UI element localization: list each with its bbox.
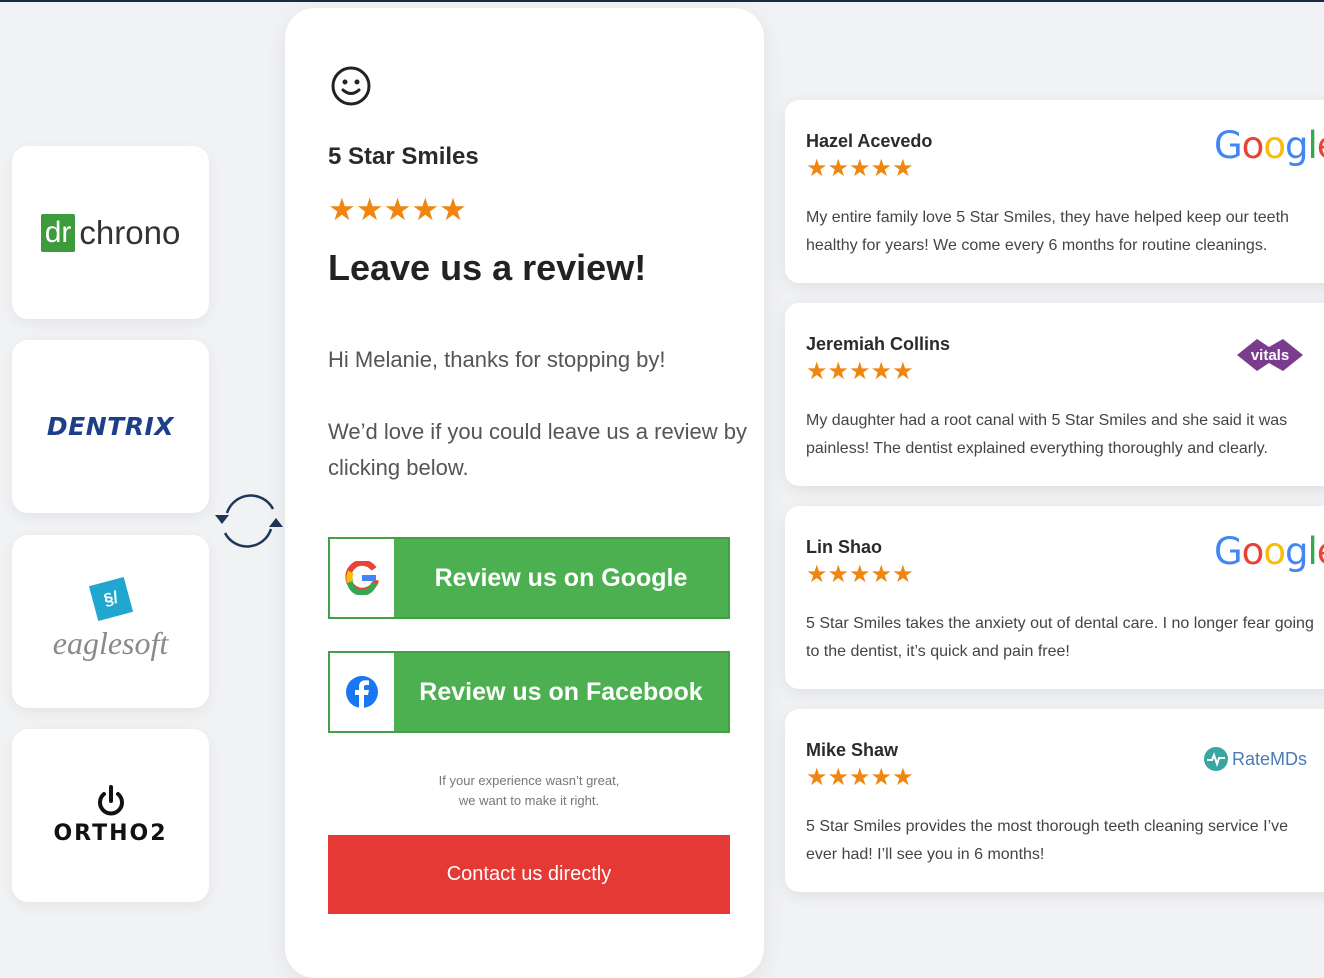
dentrix-logo: DENTRIX	[46, 412, 175, 441]
eaglesoft-logo: §/ eaglesoft	[52, 576, 169, 662]
feedback-note-line1: If your experience wasn’t great,	[438, 773, 620, 788]
google-g-icon-box	[330, 539, 394, 617]
review-headline: Leave us a review!	[328, 247, 647, 288]
ortho2-logo-card: ORTHO2	[12, 729, 209, 902]
facebook-icon	[346, 676, 378, 708]
smiley-icon	[331, 66, 371, 106]
google-logo: Google	[1214, 124, 1324, 167]
review-card: Hazel Acevedo ★★★★★ My entire family lov…	[785, 100, 1324, 283]
review-stars: ★★★★★	[806, 358, 914, 385]
review-card: Lin Shao ★★★★★ 5 Star Smiles takes the a…	[785, 506, 1324, 689]
reviewer-name: Jeremiah Collins	[806, 334, 951, 354]
vitals-logo: vitals	[1237, 339, 1303, 371]
star-rating: ★★★★★	[328, 192, 467, 227]
review-text: My entire family love 5 Star Smiles, the…	[806, 209, 1289, 254]
power-icon	[97, 785, 124, 816]
business-name: 5 Star Smiles	[328, 143, 479, 170]
ortho2-wordmark: ORTHO2	[53, 821, 168, 846]
eaglesoft-badge-icon: §/	[88, 576, 133, 622]
review-google-label: Review us on Google	[434, 563, 688, 592]
eaglesoft-logo-card: §/ eaglesoft	[12, 535, 209, 708]
review-facebook-label: Review us on Facebook	[419, 677, 703, 706]
drchrono-logo: dr chrono	[40, 213, 181, 252]
eaglesoft-wordmark: eaglesoft	[52, 625, 169, 661]
ortho2-logo: ORTHO2	[53, 785, 167, 846]
review-stars: ★★★★★	[806, 155, 914, 182]
greeting-text: Hi Melanie, thanks for stopping by!	[328, 347, 666, 372]
review-google-button[interactable]: Review us on Google	[328, 537, 730, 619]
svg-text:vitals: vitals	[1251, 347, 1289, 364]
feedback-note-line2: we want to make it right.	[458, 793, 600, 808]
contact-directly-button[interactable]: Contact us directly	[328, 835, 730, 914]
reviewer-name: Lin Shao	[806, 537, 882, 557]
ratemds-wordmark: RateMDs	[1232, 748, 1308, 769]
review-card: Jeremiah Collins ★★★★★ My daughter had a…	[785, 303, 1324, 486]
review-facebook-button[interactable]: Review us on Facebook	[328, 651, 730, 733]
ratemds-heart-icon	[1204, 747, 1228, 771]
reviewer-name: Hazel Acevedo	[806, 131, 933, 151]
feedback-note: If your experience wasn’t great, we want…	[328, 771, 730, 811]
top-border	[0, 0, 1324, 2]
dentrix-logo-card: DENTRIX	[12, 340, 209, 513]
drchrono-dr-mark: dr	[40, 213, 76, 252]
eaglesoft-badge-text: §/	[101, 587, 120, 610]
review-stars: ★★★★★	[806, 764, 914, 791]
facebook-icon-box	[330, 653, 394, 731]
request-message: We’d love if you could leave us a review…	[328, 419, 748, 480]
review-text: My daughter had a root canal with 5 Star…	[806, 412, 1288, 457]
review-text: 5 Star Smiles provides the most thorough…	[806, 818, 1289, 863]
review-text: 5 Star Smiles takes the anxiety out of d…	[806, 615, 1314, 660]
sync-arrows-icon	[215, 494, 283, 548]
google-g-icon	[345, 561, 379, 595]
review-card: Mike Shaw ★★★★★ 5 Star Smiles provides t…	[785, 709, 1324, 892]
reviewer-name: Mike Shaw	[806, 740, 899, 760]
google-logo: Google	[1214, 530, 1324, 573]
review-request-card: 5 Star Smiles ★★★★★ Leave us a review! H…	[285, 8, 764, 978]
drchrono-logo-card: dr chrono	[12, 146, 209, 319]
ratemds-logo: RateMDs	[1203, 746, 1307, 772]
review-stars: ★★★★★	[806, 561, 914, 588]
drchrono-wordmark: chrono	[79, 213, 181, 251]
